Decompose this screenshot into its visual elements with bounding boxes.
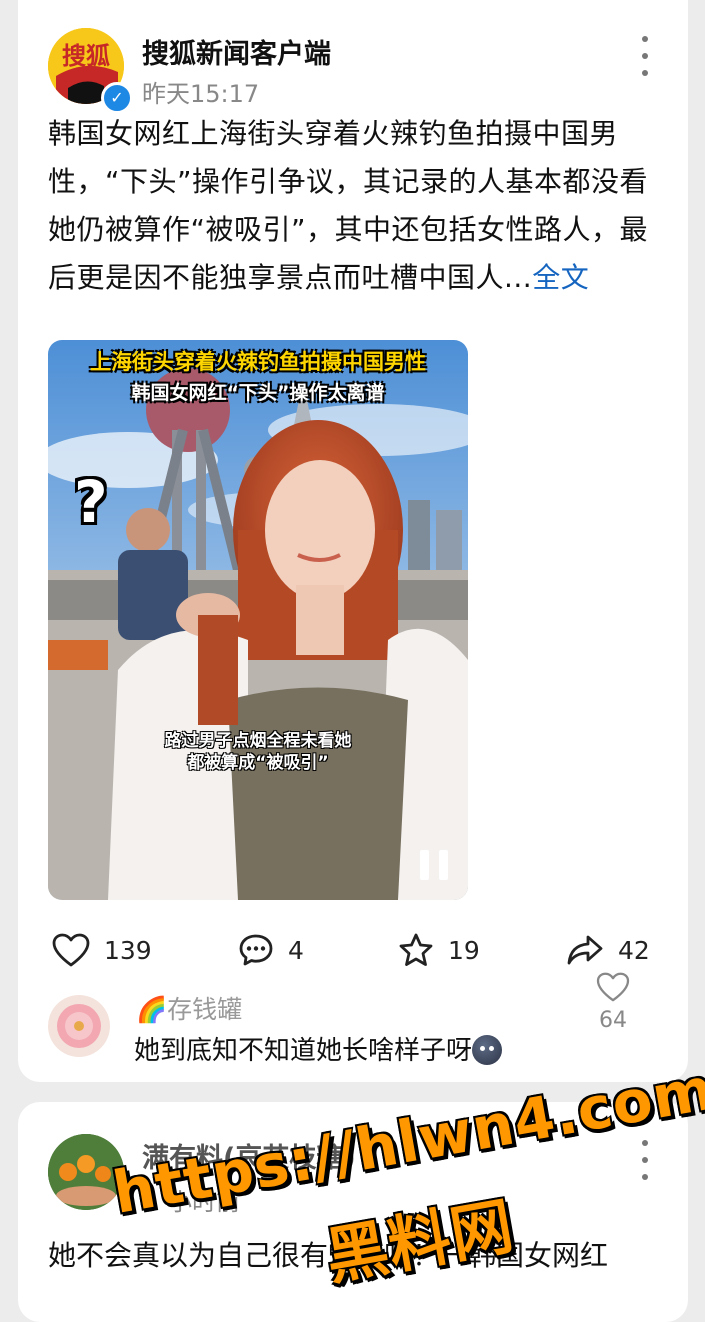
comment-button[interactable]: 4 [238,925,304,975]
pause-icon[interactable] [420,850,448,880]
more-options-icon[interactable] [641,36,649,76]
post-card: 搜狐 ✓ 搜狐新闻客户端 昨天15:17 韩国女网红上海街头穿着火辣钓鱼拍摄中国… [18,0,688,1082]
commenter-name[interactable]: 🌈存钱罐 [136,990,242,1026]
more-options-icon[interactable] [641,1140,649,1180]
video-title-line1: 上海街头穿着火辣钓鱼拍摄中国男性 [90,350,426,374]
video-thumbnail[interactable]: 上海街头穿着火辣钓鱼拍摄中国男性 韩国女网红“下头”操作太离谱 ? 路过男子点烟… [48,340,468,900]
emoji-icon [472,1035,503,1065]
post-time: 昨天15:17 [142,80,260,108]
commenter-avatar[interactable] [48,995,110,1057]
comment-like-count: 64 [599,1008,627,1033]
read-full-link[interactable]: 全文 [532,261,589,294]
rainbow-icon: 🌈 [136,995,168,1024]
video-caption-line1: 路过男子点烟全程未看她 [164,731,352,751]
logo-text: 搜狐 [62,42,110,70]
star-icon [399,933,433,966]
share-arrow-icon [567,935,603,965]
favorite-count: 19 [448,935,480,965]
post-text[interactable]: 韩国女网红上海街头穿着火辣钓鱼拍摄中国男性，“下头”操作引争议，其记录的人基本都… [48,110,658,302]
comment-count: 4 [288,935,304,965]
heart-icon [596,972,630,1002]
flower-photo [48,995,110,1057]
video-caption-line2: 都被算成“被吸引” [187,753,329,773]
heart-icon [52,933,90,967]
question-mark-sticker: ? [74,468,108,536]
favorite-button[interactable]: 19 [398,925,480,975]
author-name[interactable]: 搜狐新闻客户端 [142,32,331,71]
comment-like-button[interactable]: 64 [595,972,631,1033]
video-frame-image [48,340,468,900]
share-button[interactable]: 42 [566,925,650,975]
video-title-line2: 韩国女网红“下头”操作太离谱 [131,382,385,404]
like-button[interactable]: 139 [52,925,152,975]
like-count: 139 [104,935,152,965]
share-count: 42 [618,935,650,965]
comment-text: 她到底知不知道她长啥样子呀 [134,1030,503,1067]
comment-bubble-icon [239,934,273,966]
